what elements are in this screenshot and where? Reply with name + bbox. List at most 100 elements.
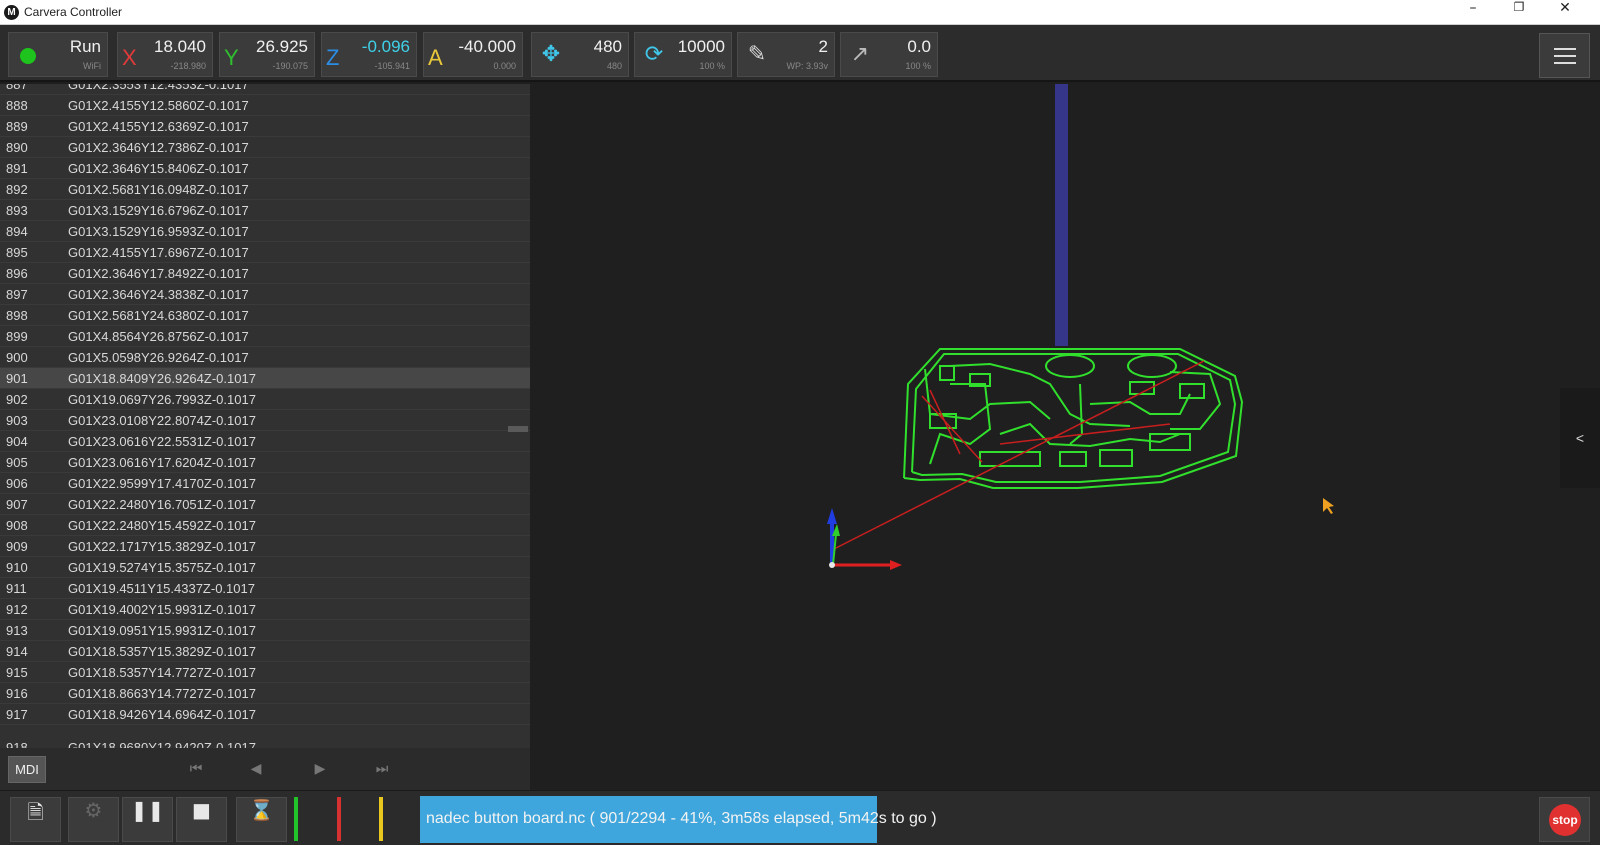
skip-last-icon[interactable]: ⏭: [370, 758, 394, 780]
gcode-row[interactable]: 891 G01X2.3646Y15.8406Z-0.1017: [0, 158, 530, 179]
gcode-row-partial-top[interactable]: 887 G01X2.3553Y12.4353Z-0.1017: [0, 84, 530, 95]
gcode-row[interactable]: 912 G01X19.4002Y15.9931Z-0.1017: [0, 599, 530, 620]
gcode-row[interactable]: 889 G01X2.4155Y12.6369Z-0.1017: [0, 116, 530, 137]
gcode-line-number: 909: [6, 539, 28, 554]
gcode-line-text: G01X18.5357Y14.7727Z-0.1017: [68, 665, 256, 680]
gcode-line-text: G01X19.0951Y15.9931Z-0.1017: [68, 623, 256, 638]
gizmo-origin: [829, 562, 835, 568]
gcode-row[interactable]: 913 G01X19.0951Y15.9931Z-0.1017: [0, 620, 530, 641]
gcode-row[interactable]: 902 G01X19.0697Y26.7993Z-0.1017: [0, 389, 530, 410]
gcode-line-text: G01X23.0616Y22.5531Z-0.1017: [68, 434, 256, 449]
axis-z-cell[interactable]: Z -0.096 -105.941: [321, 32, 417, 77]
gcode-row[interactable]: 897 G01X2.3646Y24.3838Z-0.1017: [0, 284, 530, 305]
gcode-row[interactable]: 898 G01X2.5681Y24.6380Z-0.1017: [0, 305, 530, 326]
axis-y-cell[interactable]: Y 26.925 -190.075: [219, 32, 315, 77]
rapid-move-1: [831, 360, 1205, 551]
axis-y-value: 26.925: [256, 37, 308, 56]
restore-icon[interactable]: ❐: [1496, 0, 1542, 25]
gcode-line-number: 918: [6, 740, 28, 748]
feed-rate-cell[interactable]: ✥ 480 480: [531, 32, 629, 77]
gcode-line-number: 893: [6, 203, 28, 218]
axis-a-value: -40.000: [458, 37, 516, 56]
gcode-row[interactable]: 906 G01X22.9599Y17.4170Z-0.1017: [0, 473, 530, 494]
gcode-row[interactable]: 892 G01X2.5681Y16.0948Z-0.1017: [0, 179, 530, 200]
gcode-line-text: G01X22.2480Y16.7051Z-0.1017: [68, 497, 256, 512]
tool-number: 2: [818, 37, 828, 56]
gcode-line-text: G01X22.2480Y15.4592Z-0.1017: [68, 518, 256, 533]
gcode-row[interactable]: 909 G01X22.1717Y15.3829Z-0.1017: [0, 536, 530, 557]
gcode-line-text: G01X19.5274Y15.3575Z-0.1017: [68, 560, 256, 575]
emergency-stop-button[interactable]: stop: [1539, 797, 1590, 842]
gcode-row[interactable]: 888 G01X2.4155Y12.5860Z-0.1017: [0, 95, 530, 116]
gcode-line-number: 889: [6, 119, 28, 134]
gcode-line-number: 894: [6, 224, 28, 239]
axis-y-letter: Y: [224, 45, 239, 70]
gcode-line-number: 913: [6, 623, 28, 638]
gcode-line-text: G01X3.1529Y16.6796Z-0.1017: [68, 203, 249, 218]
gear-icon[interactable]: ⚙: [68, 797, 119, 842]
skip-first-icon[interactable]: ⏮: [184, 758, 208, 780]
axis-x-cell[interactable]: X 18.040 -218.980: [117, 32, 213, 77]
hourglass-icon[interactable]: ⌛: [236, 797, 287, 842]
gcode-line-text: G01X5.0598Y26.9264Z-0.1017: [68, 350, 249, 365]
gcode-line-text: G01X18.8409Y26.9264Z-0.1017: [68, 371, 256, 386]
rapid-moves: [831, 360, 1205, 551]
gcode-line-number: 896: [6, 266, 28, 281]
spindle-cell[interactable]: ⟳ 10000 100 %: [634, 32, 732, 77]
toolpath-viewer[interactable]: [530, 84, 1600, 790]
gcode-row[interactable]: 914 G01X18.5357Y15.3829Z-0.1017: [0, 641, 530, 662]
gcode-line-number: 906: [6, 476, 28, 491]
axis-x-value: 18.040: [154, 37, 206, 56]
step-forward-icon[interactable]: ▶: [308, 758, 332, 780]
gcode-row-partial-bottom[interactable]: 918 G01X18.9680Y12.9420Z-0.1017: [0, 737, 530, 748]
mdi-button[interactable]: MDI: [8, 756, 46, 783]
axis-a-machine: 0.000: [493, 61, 516, 71]
file-icon[interactable]: 🗎: [10, 797, 61, 842]
gcode-row[interactable]: 894 G01X3.1529Y16.9593Z-0.1017: [0, 221, 530, 242]
gcode-scroll-thumb[interactable]: [508, 426, 528, 432]
gcode-line-number: 900: [6, 350, 28, 365]
axis-z-letter: Z: [326, 45, 340, 70]
main-menu-button[interactable]: [1539, 33, 1590, 78]
gcode-line-number: 887: [6, 84, 28, 92]
gcode-row[interactable]: 910 G01X19.5274Y15.3575Z-0.1017: [0, 557, 530, 578]
gcode-row-active[interactable]: 901 G01X18.8409Y26.9264Z-0.1017: [0, 368, 530, 389]
gcode-row[interactable]: 896 G01X2.3646Y17.8492Z-0.1017: [0, 263, 530, 284]
stop-square-icon[interactable]: ■: [176, 797, 227, 842]
step-back-icon[interactable]: ◀: [244, 758, 268, 780]
close-icon[interactable]: ✕: [1542, 0, 1588, 25]
laser-power: 0.0: [907, 37, 931, 56]
gcode-row[interactable]: 908 G01X22.2480Y15.4592Z-0.1017: [0, 515, 530, 536]
minimize-icon[interactable]: –: [1450, 0, 1496, 25]
gcode-line-number: 905: [6, 455, 28, 470]
gcode-row[interactable]: 907 G01X22.2480Y16.7051Z-0.1017: [0, 494, 530, 515]
pause-icon[interactable]: ❚❚: [122, 797, 173, 842]
gcode-row[interactable]: 899 G01X4.8564Y26.8756Z-0.1017: [0, 326, 530, 347]
gcode-row[interactable]: 916 G01X18.8663Y14.7727Z-0.1017: [0, 683, 530, 704]
gcode-row[interactable]: 903 G01X23.0108Y22.8074Z-0.1017: [0, 410, 530, 431]
gcode-row[interactable]: 893 G01X3.1529Y16.6796Z-0.1017: [0, 200, 530, 221]
gcode-line-text: G01X23.0616Y17.6204Z-0.1017: [68, 455, 256, 470]
laser-cell[interactable]: ↗ 0.0 100 %: [840, 32, 938, 77]
axis-z-machine: -105.941: [374, 61, 410, 71]
job-progress: nadec button board.nc ( 901/2294 - 41%, …: [420, 796, 1535, 843]
gcode-row[interactable]: 905 G01X23.0616Y17.6204Z-0.1017: [0, 452, 530, 473]
tool-cell[interactable]: ✎ 2 WP: 3.93v: [737, 32, 835, 77]
axis-z-value: -0.096: [361, 37, 410, 56]
gcode-row[interactable]: 911 G01X19.4511Y15.4337Z-0.1017: [0, 578, 530, 599]
toolpath-pad-7: [939, 365, 955, 381]
gcode-row[interactable]: 917 G01X18.9426Y14.6964Z-0.1017: [0, 704, 530, 725]
gcode-row[interactable]: 895 G01X2.4155Y17.6967Z-0.1017: [0, 242, 530, 263]
machine-status-cell[interactable]: Run WiFi: [8, 32, 108, 77]
collapse-panel-button[interactable]: <: [1560, 388, 1600, 488]
gcode-line-number: 897: [6, 287, 28, 302]
gcode-line-number: 901: [6, 371, 28, 386]
axis-a-cell[interactable]: A -40.000 0.000: [423, 32, 523, 77]
gcode-row[interactable]: 904 G01X23.0616Y22.5531Z-0.1017: [0, 431, 530, 452]
gcode-list[interactable]: 887 G01X2.3553Y12.4353Z-0.1017 888 G01X2.…: [0, 84, 530, 748]
gcode-row[interactable]: 915 G01X18.5357Y14.7727Z-0.1017: [0, 662, 530, 683]
gcode-row[interactable]: 890 G01X2.3646Y12.7386Z-0.1017: [0, 137, 530, 158]
toolpath-pad-2: [1127, 354, 1177, 378]
gcode-line-number: 912: [6, 602, 28, 617]
gcode-row[interactable]: 900 G01X5.0598Y26.9264Z-0.1017: [0, 347, 530, 368]
